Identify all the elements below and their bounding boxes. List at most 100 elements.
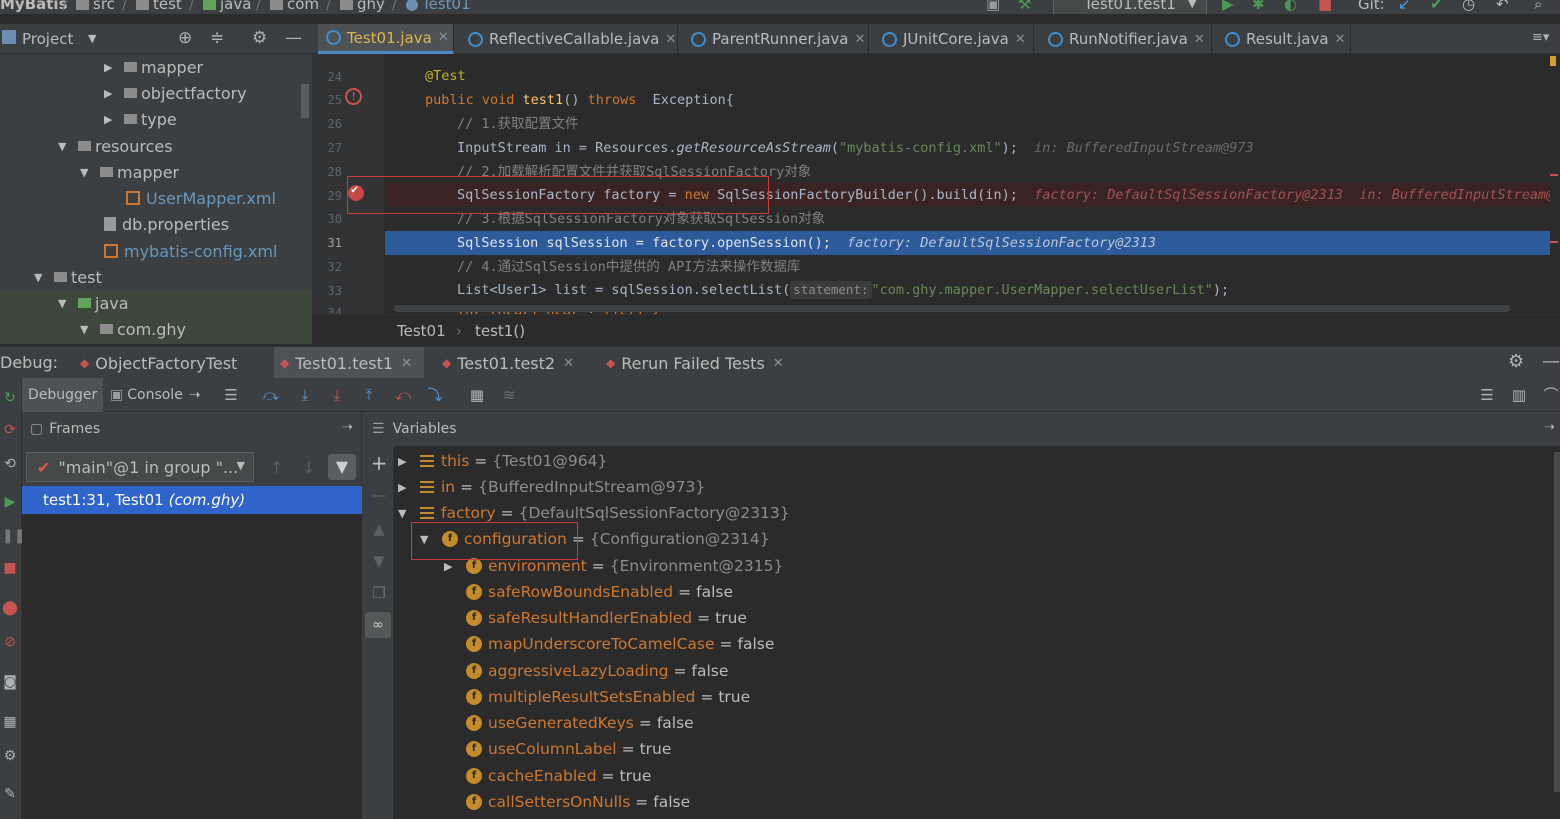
step-into-icon[interactable]: ⤓: [296, 386, 314, 404]
variable-row-usecolumnlabel[interactable]: f useColumnLabel = true: [466, 736, 671, 762]
layout-settings-icon[interactable]: ▥: [1510, 386, 1528, 404]
tree-item-mybatis-config-xml[interactable]: mybatis-config.xml: [104, 238, 277, 264]
run-config-select[interactable]: Test01.test1 ▼: [1053, 0, 1207, 14]
arrow-up-icon[interactable]: ↑: [270, 458, 283, 477]
drop-frame-icon[interactable]: ⤺: [394, 386, 412, 404]
remove-watch-icon[interactable]: —: [370, 486, 388, 504]
collapse-arrow-icon[interactable]: ▼: [58, 297, 72, 310]
search-icon[interactable]: ⌕: [1534, 0, 1542, 13]
trace-icon[interactable]: ≋: [500, 386, 518, 404]
variable-row-cacheenabled[interactable]: f cacheEnabled = true: [466, 763, 651, 789]
debug-icon[interactable]: ✱: [1252, 0, 1265, 13]
move-down-icon[interactable]: ▼: [370, 552, 388, 570]
pin-icon[interactable]: ✎: [2, 786, 18, 802]
tab-console[interactable]: ▣ Console ➝: [104, 378, 207, 412]
variable-row-usegeneratedkeys[interactable]: f useGeneratedKeys = false: [466, 710, 694, 736]
variable-row-multipleresultsetsenabled[interactable]: f multipleResultSetsEnabled = true: [466, 684, 750, 710]
locate-icon[interactable]: ⊕: [178, 28, 192, 48]
minimize-icon[interactable]: —: [1542, 351, 1560, 372]
collapse-arrow-icon[interactable]: ▼: [398, 507, 412, 520]
variable-row-in[interactable]: ▶ in = {BufferedInputStream@973}: [398, 474, 705, 500]
coverage-icon[interactable]: ◐: [1284, 0, 1297, 13]
layout-icon[interactable]: ▦: [2, 714, 18, 730]
variable-row-mapunderscoretocamelcase[interactable]: f mapUnderscoreToCamelCase = false: [466, 631, 774, 657]
show-execution-point-icon[interactable]: ☰: [222, 386, 240, 404]
collapse-arrow-icon[interactable]: ▼: [34, 271, 48, 284]
tree-item-test[interactable]: ▼ test: [34, 264, 102, 290]
arrow-down-icon[interactable]: ↓: [302, 458, 315, 477]
breakpoint-warning-icon[interactable]: !: [345, 88, 362, 105]
chevron-down-icon[interactable]: ▼: [88, 32, 96, 45]
tab-objectfactorytest[interactable]: ◆ ObjectFactoryTest: [74, 347, 264, 379]
tab-rerun-failed-tests[interactable]: ◆ Rerun Failed Tests ✕: [600, 347, 790, 379]
close-icon[interactable]: ✕: [401, 356, 412, 371]
minimize-icon[interactable]: —: [285, 28, 302, 48]
tab-test01-java[interactable]: Test01.java ✕: [318, 24, 454, 54]
close-icon[interactable]: ✕: [1015, 32, 1026, 47]
tab-debugger[interactable]: Debugger: [22, 378, 104, 412]
expand-arrow-icon[interactable]: ▶: [104, 113, 118, 126]
restart-icon[interactable]: ⟲: [2, 456, 18, 472]
crumb-ghy[interactable]: ghy: [340, 0, 385, 13]
settings-icon[interactable]: ⚙: [2, 748, 18, 764]
variables-scrollbar[interactable]: [1554, 452, 1560, 792]
run-icon[interactable]: ▶: [1222, 0, 1234, 13]
crumb-com[interactable]: com: [270, 0, 319, 13]
rerun-failed-icon[interactable]: ⟳: [2, 422, 18, 438]
restore-arrow-icon[interactable]: ➝: [342, 420, 353, 435]
gear-icon[interactable]: ⚙: [252, 28, 267, 48]
git-update-icon[interactable]: ↙: [1398, 0, 1411, 13]
tab-menu-icon[interactable]: ≡▾: [1532, 30, 1549, 45]
gear-icon[interactable]: ⚙: [1508, 351, 1524, 372]
duplicate-icon[interactable]: ❐: [370, 584, 388, 602]
stop-icon[interactable]: ■: [2, 560, 18, 576]
crumb-method[interactable]: test1(): [475, 322, 525, 340]
crumb-src[interactable]: src: [76, 0, 115, 13]
error-mark[interactable]: [1550, 241, 1558, 243]
tree-item-type[interactable]: ▶ type: [104, 106, 177, 132]
tree-item-java[interactable]: ▼ java: [58, 290, 129, 316]
tree-item-objectfactory[interactable]: ▶ objectfactory: [104, 80, 247, 106]
view-breakpoints-icon[interactable]: ⬤: [2, 600, 18, 616]
variable-row-saferowboundsenabled[interactable]: f safeRowBoundsEnabled = false: [466, 579, 733, 605]
glasses-icon[interactable]: ∞: [365, 612, 391, 638]
collapse-arrow-icon[interactable]: ▼: [80, 323, 94, 336]
evaluate-expression-icon[interactable]: ▦: [468, 386, 486, 404]
restore-arrow-icon[interactable]: ➝: [1544, 420, 1555, 435]
close-icon[interactable]: ✕: [773, 356, 784, 371]
tree-item-resources[interactable]: ▼ resources: [58, 133, 173, 159]
tree-item-mapper[interactable]: ▶ mapper: [104, 54, 203, 80]
step-over-icon[interactable]: ⤼: [262, 386, 280, 404]
crumb-test01[interactable]: Test01: [406, 0, 471, 13]
frame-item-selected[interactable]: test1:31, Test01 (com.ghy): [22, 486, 362, 514]
project-panel-header[interactable]: Project ▼ ⊕ ≑ ⚙ —: [0, 24, 312, 54]
crumb-java[interactable]: java: [203, 0, 251, 13]
tree-scrollbar[interactable]: [301, 84, 309, 118]
tab-runnotifier-java[interactable]: RunNotifier.java ✕: [1040, 24, 1212, 54]
variable-row-callsettersonnulls[interactable]: f callSettersOnNulls = false: [466, 789, 690, 815]
history-icon[interactable]: ◷: [1462, 0, 1475, 13]
frames-list[interactable]: [22, 514, 362, 819]
revert-icon[interactable]: ↶: [1496, 0, 1509, 13]
tree-item-com-ghy[interactable]: ▼ com.ghy: [80, 316, 186, 342]
mute-breakpoints-icon[interactable]: ⊘: [2, 634, 18, 650]
close-icon[interactable]: ✕: [855, 32, 866, 47]
close-icon[interactable]: ✕: [1335, 32, 1346, 47]
tab-test01-test2[interactable]: ◆ Test01.test2 ✕: [436, 347, 586, 379]
expand-arrow-icon[interactable]: ▶: [398, 455, 412, 468]
restore-layout-icon[interactable]: ☰: [1478, 386, 1496, 404]
crumb-project[interactable]: MyBatis: [0, 0, 68, 13]
error-stripe[interactable]: [1550, 54, 1560, 314]
git-commit-icon[interactable]: ✔: [1430, 0, 1443, 13]
close-icon[interactable]: ✕: [563, 356, 574, 371]
error-mark[interactable]: [1550, 174, 1558, 176]
tab-reflectivecallable-java[interactable]: ReflectiveCallable.java ✕: [460, 24, 678, 54]
tree-item-mapper-resources[interactable]: ▼ mapper: [80, 159, 179, 185]
collapse-icon[interactable]: ≑: [210, 28, 224, 48]
camera-icon[interactable]: ◙: [2, 674, 18, 690]
editor-horizontal-scrollbar[interactable]: [394, 305, 1510, 312]
tree-item-db-properties[interactable]: db.properties: [104, 211, 229, 237]
rerun-icon[interactable]: ↻: [2, 390, 18, 406]
collapse-arrow-icon[interactable]: ▼: [80, 166, 94, 179]
move-up-icon[interactable]: ▲: [370, 520, 388, 538]
